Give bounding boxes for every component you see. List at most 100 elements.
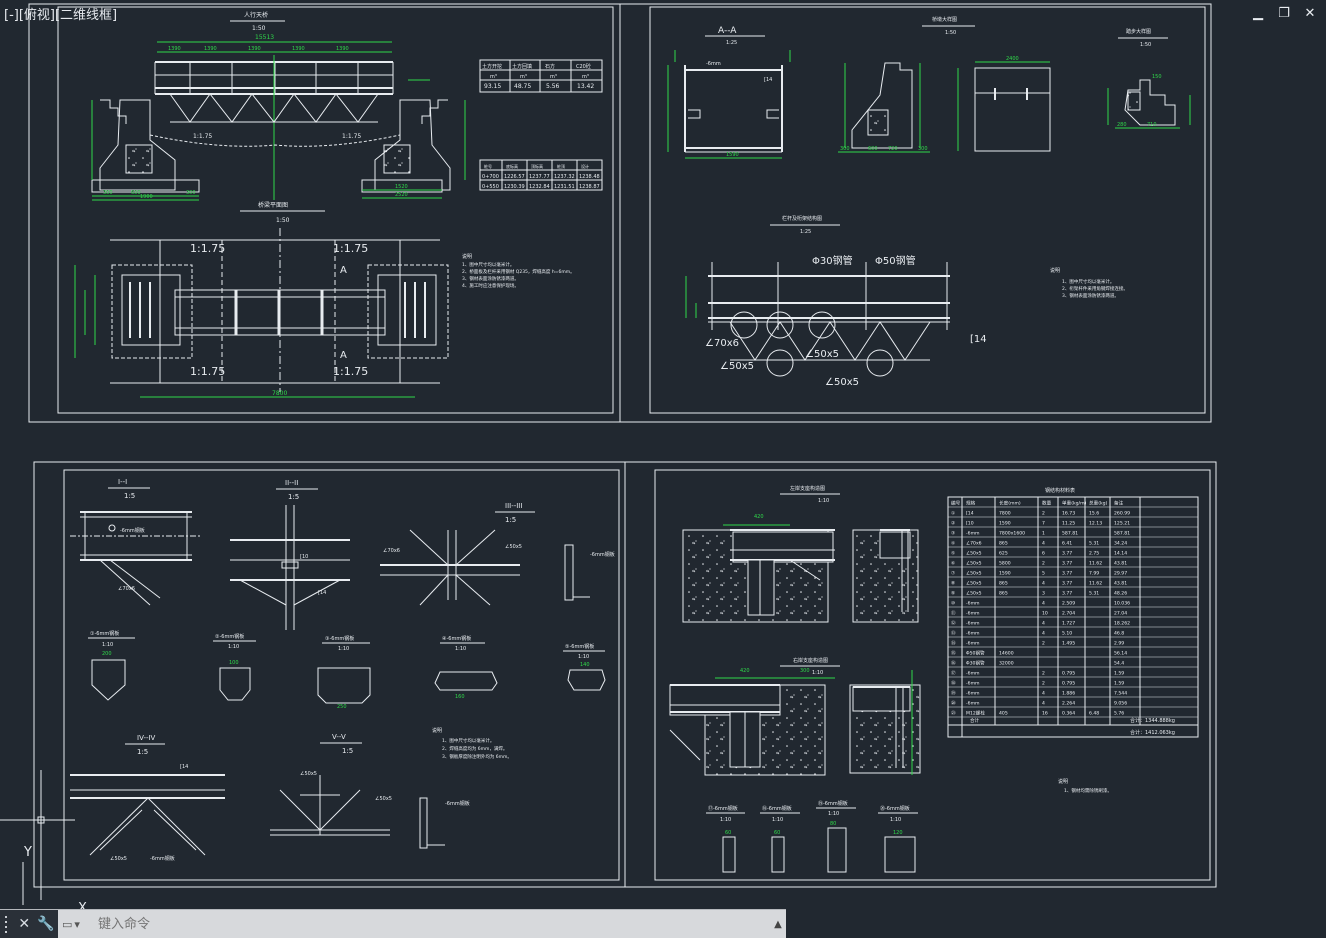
minimize-icon[interactable]: ▁ — [1250, 6, 1266, 22]
svg-text:m³: m³ — [582, 74, 589, 80]
table-cell: 865 — [999, 581, 1008, 587]
viewport-label[interactable]: [-][俯视][二维线框] — [4, 4, 117, 23]
left-bearing-detail: 左岸支座构造图 1:10 420 — [682, 485, 919, 623]
svg-text:80: 80 — [830, 821, 836, 827]
svg-text:∠50x5: ∠50x5 — [720, 361, 754, 372]
table-cell: 32000 — [999, 661, 1014, 667]
table-cell: 4 — [1042, 621, 1045, 627]
command-input[interactable] — [92, 912, 770, 936]
svg-text:合计: 合计 — [970, 717, 979, 724]
table-cell: 865 — [999, 591, 1008, 597]
svg-text:1、图中尺寸均以毫米计。: 1、图中尺寸均以毫米计。 — [462, 261, 514, 268]
table-header-cell: 数量 — [1042, 500, 1052, 507]
table-cell: 4 — [1042, 701, 1045, 707]
table-cell: ① — [951, 511, 955, 517]
bridge-plan: 桥梁平面图 1:50 1:1.75 1:1.75 1:1.75 1:1.75 A… — [74, 201, 449, 398]
table-cell: 14.14 — [1114, 551, 1127, 557]
svg-text:m³: m³ — [550, 74, 557, 80]
table-cell: 1.886 — [1062, 691, 1075, 697]
chevron-down-icon: ▾ — [74, 917, 80, 931]
svg-text:1390: 1390 — [248, 46, 261, 52]
table-cell: 14600 — [999, 651, 1014, 657]
table-cell: ⑰ — [951, 670, 956, 677]
table-cell: 43.81 — [1114, 561, 1127, 567]
table-cell: 1.59 — [1114, 671, 1124, 677]
plate-details: ①-6mm钢板 1:10 200 ②-6mm钢板 1:10 100 ③-6mm钢… — [88, 630, 606, 710]
table-cell: ⑮ — [951, 650, 956, 657]
svg-text:1、图中尺寸均以毫米计。: 1、图中尺寸均以毫米计。 — [1062, 278, 1114, 285]
svg-text:2、桁架杆件采用角钢焊接连接。: 2、桁架杆件采用角钢焊接连接。 — [1062, 285, 1128, 292]
svg-text:II--II: II--II — [285, 479, 298, 487]
svg-text:0+550: 0+550 — [482, 184, 499, 190]
table-cell: ∠50x5 — [966, 571, 982, 577]
table-cell: ⑤ — [951, 551, 955, 557]
table-cell: -6mm — [966, 681, 980, 687]
svg-text:1:1.75: 1:1.75 — [342, 133, 361, 140]
svg-text:桩顶: 桩顶 — [557, 163, 565, 169]
svg-text:Y: Y — [23, 845, 32, 860]
table-cell: -6mm — [966, 621, 980, 627]
svg-text:说明: 说明 — [1058, 778, 1068, 785]
table-cell: 0.795 — [1062, 681, 1075, 687]
table-cell: 6 — [1042, 551, 1045, 557]
recent-commands-selector[interactable]: ▭ ▾ — [62, 913, 92, 935]
svg-text:C20砼: C20砼 — [576, 63, 591, 70]
svg-text:1:5: 1:5 — [505, 516, 516, 524]
grip-handle[interactable] — [5, 914, 11, 934]
svg-text:60: 60 — [725, 830, 731, 836]
svg-text:IV--IV: IV--IV — [137, 734, 156, 742]
svg-text:1:10: 1:10 — [102, 642, 113, 648]
svg-text:5.56: 5.56 — [546, 83, 560, 90]
svg-text:底标高: 底标高 — [506, 163, 518, 169]
table-cell: ⑭ — [951, 640, 956, 647]
table-cell: -6mm — [966, 671, 980, 677]
table-cell: 3 — [1042, 591, 1045, 597]
table-cell: ∠50x5 — [966, 561, 982, 567]
svg-text:⑰-6mm钢板: ⑰-6mm钢板 — [708, 805, 738, 812]
window-controls: ▁ ❐ ✕ — [1250, 6, 1318, 22]
table-cell: -6mm — [966, 601, 980, 607]
close-icon[interactable]: ✕ — [1302, 6, 1318, 22]
svg-text:∠70x6: ∠70x6 — [705, 338, 739, 349]
table-cell: ∠50x5 — [966, 591, 982, 597]
command-history-up-icon[interactable]: ▲ — [770, 919, 786, 930]
drawing-canvas[interactable]: 人行天桥 1:50 15513 1390 1390 1390 1390 1390 — [0, 0, 1326, 937]
svg-text:④-6mm钢板: ④-6mm钢板 — [442, 635, 471, 642]
table-cell: ⑬ — [951, 630, 956, 637]
material-table-title: 钢结构材料表 — [1045, 487, 1075, 494]
svg-text:1230.39: 1230.39 — [504, 184, 525, 190]
svg-text:1232.84: 1232.84 — [529, 184, 550, 190]
svg-text:A: A — [340, 350, 347, 361]
svg-text:1237.32: 1237.32 — [554, 174, 575, 180]
table-cell: 2 — [1042, 671, 1045, 677]
sheet-2-notes: 说明 1、图中尺寸均以毫米计。 2、桁架杆件采用角钢焊接连接。 3、钢材表面涂防… — [1050, 267, 1128, 299]
svg-text:∠50x5: ∠50x5 — [300, 771, 317, 777]
table-cell: 48.26 — [1114, 591, 1127, 597]
table-cell: -6mm — [966, 691, 980, 697]
table-cell: 625 — [999, 551, 1008, 557]
table-cell: 7800 — [999, 511, 1011, 517]
quantity-table: 土方开挖 土方回填 石方 C20砼 m³ m³ m³ m³ 93.15 48.7… — [479, 59, 603, 93]
svg-text:3、钢材表面涂防锈漆两道。: 3、钢材表面涂防锈漆两道。 — [462, 275, 519, 282]
table-cell: -6mm — [966, 701, 980, 707]
svg-text:1、钢材均需除锈刷漆。: 1、钢材均需除锈刷漆。 — [1064, 787, 1112, 794]
close-command-icon[interactable]: ✕ — [18, 916, 30, 932]
svg-text:420: 420 — [740, 668, 750, 674]
svg-text:Φ50钢管: Φ50钢管 — [875, 254, 916, 267]
svg-text:300: 300 — [800, 668, 810, 674]
table-header-cell: 长度(mm) — [999, 500, 1021, 507]
restore-icon[interactable]: ❐ — [1276, 6, 1292, 22]
section-4-drawing: [14 ∠50x5 -6mm钢板 — [70, 764, 225, 862]
table-cell: 5 — [1042, 571, 1045, 577]
table-cell: 54.4 — [1114, 661, 1124, 667]
svg-text:土方开挖: 土方开挖 — [482, 63, 502, 70]
table-cell: 1.59 — [1114, 681, 1124, 687]
sheet-3-joint-details: I--I 1:5 II--II 1:5 III--III 1:5 IV--IV … — [33, 461, 626, 888]
customize-wrench-icon[interactable]: 🔧 — [37, 916, 54, 932]
table-cell: ㉑ — [951, 710, 956, 717]
table-cell: [14 — [966, 511, 974, 517]
table-cell: ∠50x5 — [966, 551, 982, 557]
table-cell: 4 — [1042, 691, 1045, 697]
svg-text:m³: m³ — [490, 74, 497, 80]
elevation-title: 人行天桥 — [244, 11, 268, 19]
